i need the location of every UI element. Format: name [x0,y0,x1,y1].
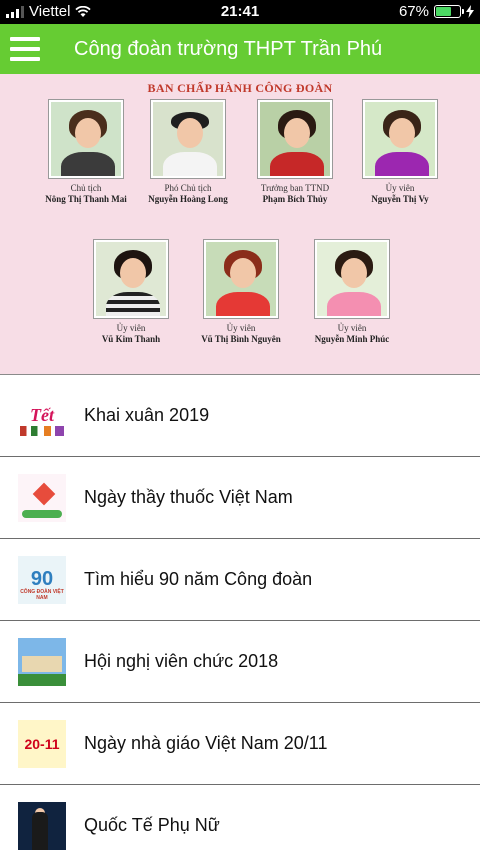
list-item[interactable]: Tết Khai xuân 2019 [0,374,480,456]
member-name: Vũ Kim Thanh [101,334,161,344]
member-role: Ủy viên [385,183,415,193]
list-item[interactable]: 90 CÔNG ĐOÀN VIỆT NAM Tìm hiểu 90 năm Côn… [0,538,480,620]
battery-icon [434,5,464,18]
banner-title: BAN CHẤP HÀNH CÔNG ĐOÀN [147,81,333,95]
member-card: Ủy viên Vũ Thị Bình Nguyên [189,240,293,344]
member-name: Nguyễn Thị Vy [371,194,429,204]
news-thumbnail: 20-11 [18,719,66,768]
member-photo [258,100,332,178]
member-photo [204,240,278,318]
member-card: Ủy viên Vũ Kim Thanh [88,240,174,344]
page-title: Công đoàn trường THPT Trần Phú [74,37,383,60]
member-photo [151,100,225,178]
member-name: Phạm Bích Thủy [262,194,328,204]
status-right: 67% [399,3,474,20]
member-card: Ủy viên Nguyễn Minh Phúc [307,240,397,344]
member-card: Chủ tịch Nông Thị Thanh Mai [43,100,129,204]
member-name: Nguyễn Hoàng Long [148,194,228,204]
member-card: Trưởng ban TTND Phạm Bích Thủy [252,100,338,204]
status-bar: Viettel 21:41 67% [0,0,480,24]
news-title: Hội nghị viên chức 2018 [84,651,279,671]
member-role: Trưởng ban TTND [260,183,330,193]
member-role: Ủy viên [116,323,146,333]
news-title: Ngày thầy thuốc Việt Nam [84,487,293,507]
union-committee-banner: BAN CHẤP HÀNH CÔNG ĐOÀN Chủ tịch Nông Th… [0,74,480,374]
member-name: Nông Thị Thanh Mai [45,194,127,204]
list-item[interactable]: 20-11 Ngày nhà giáo Việt Nam 20/11 [0,702,480,784]
member-photo [315,240,389,318]
member-name: Vũ Thị Bình Nguyên [201,334,281,344]
member-photo [363,100,437,178]
news-title: Ngày nhà giáo Việt Nam 20/11 [84,733,328,753]
news-thumbnail [18,801,66,850]
member-card: Phó Chủ tịch Nguyễn Hoàng Long [145,100,231,204]
news-thumbnail [18,473,66,522]
news-thumbnail [18,637,66,686]
list-item[interactable]: Hội nghị viên chức 2018 [0,620,480,702]
battery-percent: 67% [398,3,429,20]
hamburger-menu-icon[interactable] [10,24,50,74]
member-role: Ủy viên [337,323,367,333]
app-header: Công đoàn trường THPT Trần Phú [0,24,480,74]
news-title: Khai xuân 2019 [84,405,210,425]
member-name: Nguyễn Minh Phúc [314,334,390,344]
news-list: Tết Khai xuân 2019 Ngày thầy thuốc Việt … [0,374,480,853]
member-role: Ủy viên [226,323,256,333]
news-thumbnail: 90 CÔNG ĐOÀN VIỆT NAM [18,555,66,604]
list-item[interactable]: Ngày thầy thuốc Việt Nam [0,456,480,538]
news-thumbnail: Tết [18,391,66,440]
member-card: Ủy viên Nguyễn Thị Vy [357,100,443,204]
member-photo [94,240,168,318]
member-role: Phó Chủ tịch [164,183,212,193]
news-title: Quốc Tế Phụ Nữ [84,815,220,835]
news-title: Tìm hiểu 90 năm Công đoàn [84,569,313,589]
list-item[interactable]: Quốc Tế Phụ Nữ [0,784,480,853]
member-photo [49,100,123,178]
charging-icon [466,5,474,18]
member-role: Chủ tịch [70,183,102,193]
